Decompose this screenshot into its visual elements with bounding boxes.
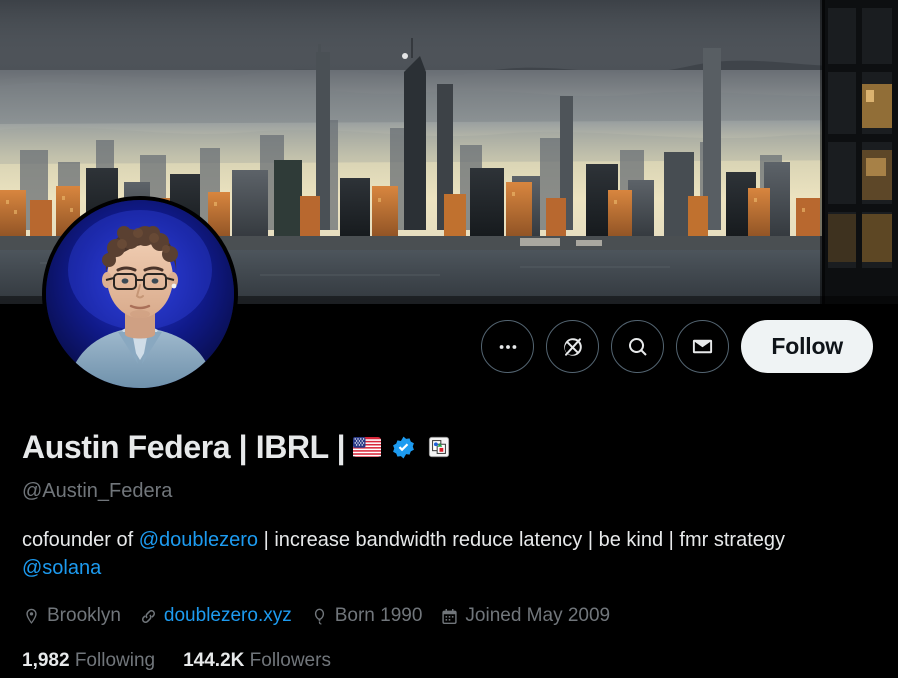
verified-badge-icon[interactable] — [391, 435, 416, 460]
balloon-icon — [310, 607, 329, 626]
follow-button[interactable]: Follow — [741, 320, 873, 373]
search-icon — [628, 337, 647, 356]
message-button[interactable] — [676, 320, 730, 373]
profile-metadata: Brooklyn doublezero.xyz Born 1990 Joined… — [22, 604, 878, 628]
profile-birthday: Born 1990 — [310, 604, 423, 628]
location-text: Brooklyn — [47, 605, 121, 626]
bio-text-2: | increase bandwidth reduce latency | be… — [258, 529, 785, 551]
profile-actions: Follow — [481, 320, 873, 373]
more-options-button[interactable] — [481, 320, 535, 373]
avatar-portrait — [46, 200, 234, 388]
avatar-image — [46, 200, 234, 388]
bio-text-1: cofounder of — [22, 529, 139, 551]
followers-stat[interactable]: 144.2K Followers — [183, 650, 331, 672]
link-chain-icon — [139, 607, 158, 626]
location-pin-icon — [22, 607, 41, 626]
website-link[interactable]: doublezero.xyz — [164, 604, 292, 628]
profile-location: Brooklyn — [22, 604, 121, 628]
joined-text: Joined May 2009 — [465, 605, 611, 626]
following-label: Following — [74, 650, 156, 671]
profile-bio: cofounder of @doublezero | increase band… — [22, 526, 822, 582]
profile-stats: 1,982 Following 144.2K Followers — [22, 650, 878, 672]
profile-joined: Joined May 2009 — [440, 604, 610, 628]
profile-website[interactable]: doublezero.xyz — [139, 604, 292, 628]
bio-mention-doublezero[interactable]: @doublezero — [139, 529, 258, 551]
profile-page: Follow Austin Federa | IBRL | @Austin_Fe… — [0, 0, 898, 678]
bio-mention-solana[interactable]: @solana — [22, 557, 101, 579]
avatar[interactable] — [42, 196, 238, 392]
display-name-row: Austin Federa | IBRL | — [22, 425, 878, 469]
affiliate-badge-icon[interactable] — [428, 436, 450, 458]
followers-label: Followers — [249, 650, 331, 671]
envelope-icon — [693, 339, 713, 354]
following-stat[interactable]: 1,982 Following — [22, 650, 155, 672]
following-count: 1,982 — [22, 650, 70, 671]
profile-handle: @Austin_Federa — [22, 480, 173, 502]
page-title: Austin Federa | IBRL | — [22, 429, 346, 465]
notifications-off-button[interactable] — [546, 320, 600, 373]
followers-count: 144.2K — [183, 650, 245, 671]
birthday-text: Born 1990 — [334, 605, 423, 626]
calendar-icon — [440, 607, 459, 626]
us-flag-emoji — [353, 437, 382, 457]
profile-info: Austin Federa | IBRL | @Austin_Federa co… — [22, 425, 878, 672]
bell-slash-icon — [564, 337, 582, 356]
search-profile-button[interactable] — [611, 320, 665, 373]
ellipsis-icon — [499, 344, 517, 349]
